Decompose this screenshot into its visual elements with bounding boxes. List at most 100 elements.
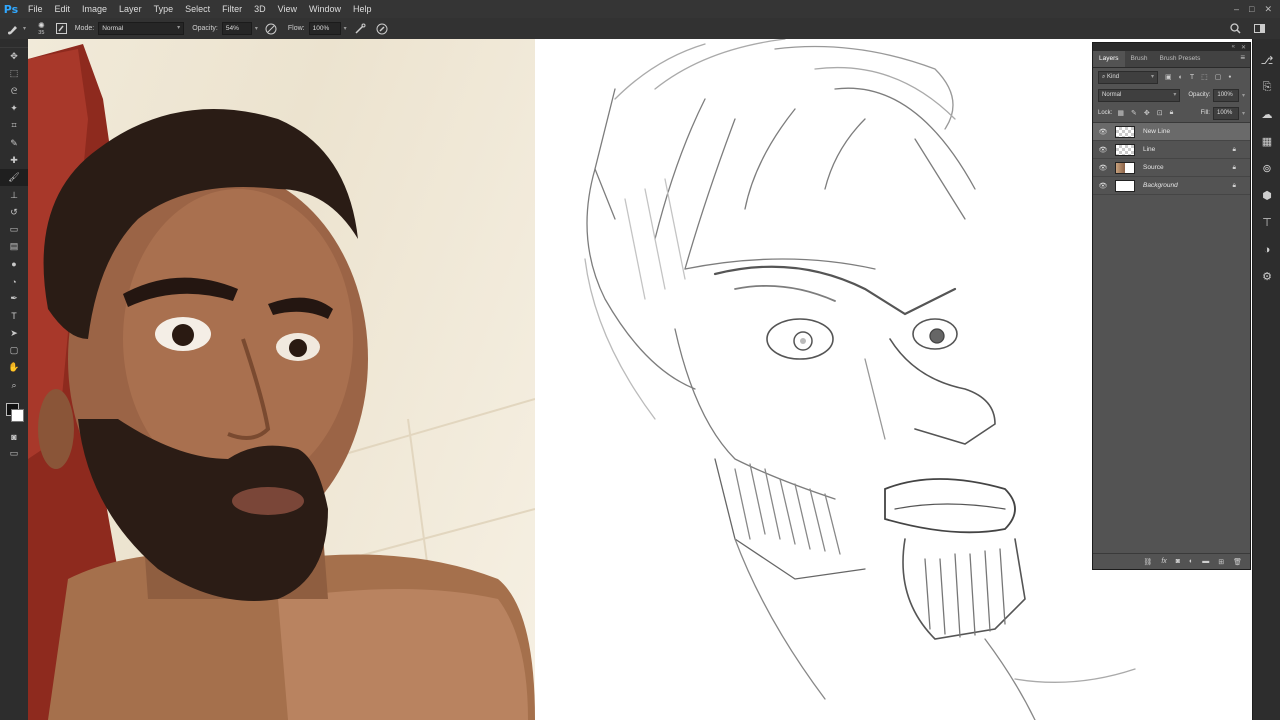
tab-brush-presets[interactable]: Brush Presets: [1154, 51, 1207, 67]
lock-artboard-icon[interactable]: ⊡: [1157, 109, 1163, 117]
path-select-tool[interactable]: ➤: [0, 325, 28, 342]
layer-name[interactable]: Source: [1143, 164, 1164, 171]
minimize-button[interactable]: –: [1234, 4, 1239, 14]
eraser-tool[interactable]: ▭: [0, 221, 28, 238]
airbrush-icon[interactable]: [353, 22, 367, 36]
visibility-eye-icon[interactable]: 👁︎: [1096, 182, 1110, 190]
filter-toggle-icon[interactable]: ●: [1228, 74, 1231, 80]
visibility-eye-icon[interactable]: 👁︎: [1096, 146, 1110, 154]
crop-tool[interactable]: ⌗: [0, 117, 28, 134]
shape-tool[interactable]: ▢: [0, 342, 28, 359]
visibility-eye-icon[interactable]: 👁︎: [1096, 164, 1110, 172]
add-mask-icon[interactable]: ◙: [1176, 558, 1180, 565]
menu-view[interactable]: View: [272, 0, 303, 18]
paths-icon[interactable]: ⊚: [1253, 155, 1280, 182]
brush-size-picker[interactable]: ✺ 35: [38, 21, 45, 36]
tool-presets-icon[interactable]: ⊤: [1253, 209, 1280, 236]
channels-icon[interactable]: ⬢: [1253, 182, 1280, 209]
close-button[interactable]: ✕: [1264, 4, 1272, 15]
menu-file[interactable]: File: [22, 0, 49, 18]
quick-mask-icon[interactable]: ◙: [0, 428, 28, 445]
history-icon[interactable]: ⎇: [1253, 47, 1280, 74]
move-tool[interactable]: ✥: [0, 48, 28, 65]
grid-icon[interactable]: ▦: [1253, 128, 1280, 155]
screen-mode-icon[interactable]: ▭: [0, 445, 28, 462]
lasso-tool[interactable]: ᘓ: [0, 83, 28, 100]
background-color-swatch[interactable]: [11, 408, 24, 422]
tab-brush[interactable]: Brush: [1125, 51, 1154, 67]
history-brush-tool[interactable]: ↺: [0, 204, 28, 221]
menu-filter[interactable]: Filter: [216, 0, 248, 18]
brush-panel-toggle-icon[interactable]: [55, 22, 69, 36]
pressure-opacity-icon[interactable]: [264, 22, 278, 36]
menu-3d[interactable]: 3D: [248, 0, 272, 18]
close-panel-icon[interactable]: ✕: [1241, 44, 1246, 51]
hand-tool[interactable]: ✋: [0, 359, 28, 376]
brush-preset-icon[interactable]: [6, 22, 20, 36]
mode-select[interactable]: Normal ▾: [98, 22, 185, 35]
layer-row[interactable]: 👁︎ Source 🔒︎: [1093, 159, 1250, 177]
filter-smart-object-icon[interactable]: ▢: [1215, 73, 1222, 81]
workspace-icon[interactable]: [1252, 22, 1266, 36]
panel-menu-icon[interactable]: ≡: [1240, 53, 1245, 62]
filter-type-icon[interactable]: T: [1190, 74, 1194, 81]
search-icon[interactable]: [1228, 22, 1242, 36]
visibility-eye-icon[interactable]: 👁︎: [1096, 128, 1110, 136]
menu-layer[interactable]: Layer: [113, 0, 148, 18]
marquee-tool[interactable]: ⬚: [0, 65, 28, 82]
chevron-down-icon[interactable]: ▾: [23, 25, 26, 32]
menu-type[interactable]: Type: [148, 0, 180, 18]
lock-transparent-icon[interactable]: ▦: [1117, 109, 1124, 117]
opacity-field[interactable]: 54%: [221, 22, 252, 35]
adjustments-icon[interactable]: ◑: [1253, 236, 1280, 263]
menu-select[interactable]: Select: [179, 0, 216, 18]
properties-icon[interactable]: ⎘: [1253, 74, 1280, 101]
swatches-icon[interactable]: ☁: [1253, 101, 1280, 128]
type-tool[interactable]: T: [0, 307, 28, 324]
eyedropper-tool[interactable]: ✎: [0, 134, 28, 151]
stamp-tool[interactable]: ⊥: [0, 186, 28, 203]
new-group-icon[interactable]: ▬: [1202, 558, 1209, 565]
chevron-down-icon[interactable]: ▾: [1242, 92, 1245, 99]
brush-tool[interactable]: 🖌: [0, 169, 28, 187]
chevron-down-icon[interactable]: ▾: [344, 25, 347, 32]
zoom-tool[interactable]: ⌕: [0, 377, 28, 394]
flow-field[interactable]: 100%: [308, 22, 341, 35]
chevron-down-icon[interactable]: ▾: [255, 25, 258, 32]
delete-layer-icon[interactable]: 🗑︎: [1233, 558, 1242, 566]
menu-help[interactable]: Help: [347, 0, 378, 18]
adjustment-layer-icon[interactable]: ◐: [1189, 558, 1193, 565]
toolbar-grip[interactable]: [0, 39, 28, 48]
layer-row[interactable]: 👁︎ Line 🔒︎: [1093, 141, 1250, 159]
tab-layers[interactable]: Layers: [1093, 51, 1125, 67]
filter-kind-select[interactable]: ⌕ Kind ▾: [1098, 70, 1158, 84]
layer-row[interactable]: 👁︎ New Line: [1093, 123, 1250, 141]
gradient-tool[interactable]: ▤: [0, 238, 28, 255]
dock-grip[interactable]: [1253, 39, 1280, 47]
styles-icon[interactable]: ⚙: [1253, 263, 1280, 290]
menu-image[interactable]: Image: [76, 0, 113, 18]
document-canvas[interactable]: [28, 39, 1252, 720]
fx-icon[interactable]: fx: [1161, 558, 1166, 565]
layer-opacity-field[interactable]: 100%: [1213, 88, 1239, 102]
blur-tool[interactable]: ●: [0, 256, 28, 273]
lock-position-icon[interactable]: ✥: [1144, 109, 1150, 117]
layer-row[interactable]: 👁︎ Background 🔒︎: [1093, 177, 1250, 195]
menu-window[interactable]: Window: [303, 0, 347, 18]
layer-name[interactable]: Background: [1143, 182, 1178, 189]
blend-mode-select[interactable]: Normal ▾: [1098, 88, 1181, 102]
menu-edit[interactable]: Edit: [49, 0, 77, 18]
fill-field[interactable]: 100%: [1212, 106, 1239, 120]
dodge-tool[interactable]: ◔: [0, 273, 28, 290]
filter-pixel-icon[interactable]: ▣: [1165, 73, 1172, 81]
pen-tool[interactable]: ✒: [0, 290, 28, 307]
chevron-down-icon[interactable]: ▾: [1242, 110, 1245, 117]
filter-adjustment-icon[interactable]: ◐: [1179, 74, 1183, 81]
layer-name[interactable]: Line: [1143, 146, 1155, 153]
layer-name[interactable]: New Line: [1143, 128, 1170, 135]
filter-shape-icon[interactable]: ⬚: [1201, 73, 1208, 81]
maximize-button[interactable]: □: [1249, 4, 1254, 14]
magic-wand-tool[interactable]: ✦: [0, 100, 28, 117]
pressure-size-icon[interactable]: [375, 22, 389, 36]
new-layer-icon[interactable]: ⊞: [1218, 558, 1224, 566]
